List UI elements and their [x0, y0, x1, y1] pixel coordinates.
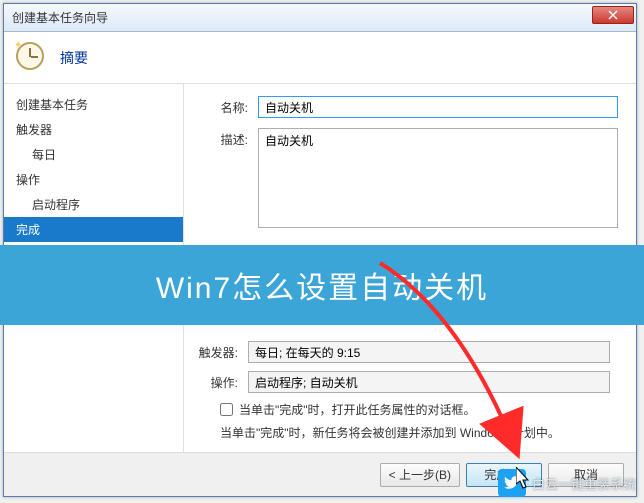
window-title: 创建基本任务向导: [8, 9, 108, 26]
trigger-label: 触发器:: [192, 344, 248, 361]
tutorial-banner: Win7怎么设置自动关机: [0, 245, 644, 325]
desc-textarea[interactable]: [258, 128, 618, 228]
watermark: 白云一键重装系统: [498, 469, 636, 497]
clock-icon: ✦: [16, 42, 48, 74]
sidebar-item-action[interactable]: 操作: [4, 167, 183, 192]
name-label: 名称:: [202, 96, 258, 116]
open-properties-checkbox[interactable]: [220, 403, 233, 416]
desc-label: 描述:: [202, 128, 258, 148]
watermark-text: 白云一键重装系统: [532, 474, 636, 493]
summary-readout: 触发器: 操作: 当单击"完成"时，打开此任务属性的对话框。 当单击"完成"时，…: [192, 329, 628, 441]
twitter-icon: [498, 469, 526, 497]
sidebar-item-create[interactable]: 创建基本任务: [4, 92, 183, 117]
close-button[interactable]: [592, 6, 634, 24]
wizard-header: ✦ 摘要: [4, 32, 636, 84]
titlebar: 创建基本任务向导: [4, 4, 636, 32]
name-input[interactable]: [258, 96, 618, 118]
checkbox-label: 当单击"完成"时，打开此任务属性的对话框。: [239, 401, 476, 418]
page-title: 摘要: [60, 48, 88, 68]
sidebar-item-start-program[interactable]: 启动程序: [4, 192, 183, 217]
banner-text: Win7怎么设置自动关机: [156, 263, 488, 307]
hint-text: 当单击"完成"时，新任务将会被创建并添加到 Windows 计划中。: [192, 424, 610, 441]
sidebar-item-finish[interactable]: 完成: [4, 217, 183, 242]
sidebar-item-trigger[interactable]: 触发器: [4, 117, 183, 142]
action-label: 操作:: [192, 374, 248, 391]
sidebar-item-daily[interactable]: 每日: [4, 142, 183, 167]
action-value: [248, 371, 610, 393]
back-button[interactable]: < 上一步(B): [380, 463, 460, 487]
trigger-value: [248, 341, 610, 363]
